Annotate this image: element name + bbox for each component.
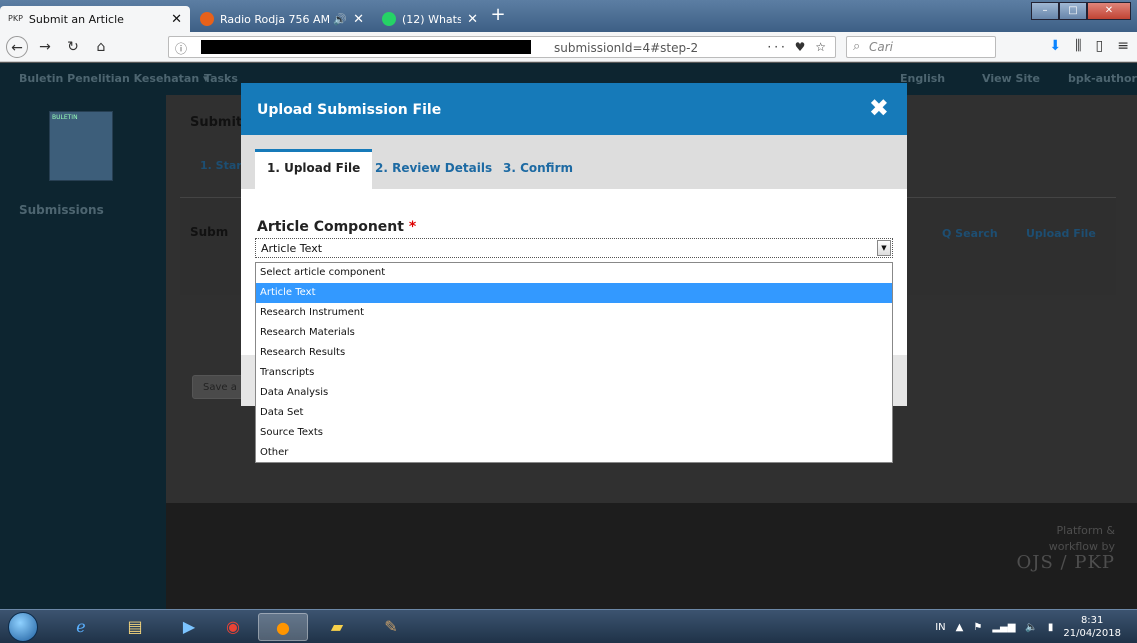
panel-search-link[interactable]: Q Search — [942, 227, 998, 240]
clock-time: 8:31 — [1080, 615, 1104, 626]
clock-date: 21/04/2018 — [1063, 628, 1121, 639]
option-data-analysis[interactable]: Data Analysis — [256, 383, 892, 403]
article-component-select[interactable]: Article Text ▼ — [255, 238, 893, 258]
option-research-materials[interactable]: Research Materials — [256, 323, 892, 343]
user-menu[interactable]: bpk-author — [1068, 72, 1137, 85]
tab-upload-file[interactable]: 1. Upload File — [255, 149, 373, 189]
modal-tabs: 1. Upload File 2. Review Details 3. Conf… — [241, 135, 907, 189]
option-data-set[interactable]: Data Set — [256, 403, 892, 423]
sidebar-item-submissions[interactable]: Submissions — [19, 203, 104, 217]
article-component-label: Article Component * — [257, 219, 417, 235]
tab-whatsapp[interactable]: (12) WhatsApp ✕ — [374, 6, 486, 32]
redacted-url — [201, 40, 531, 54]
chevron-down-icon[interactable]: ▼ — [877, 240, 891, 256]
tab-radio-rodja[interactable]: Radio Rodja 756 AM - Mene 🔊 ✕ — [192, 6, 372, 32]
forward-button[interactable]: → — [34, 36, 56, 58]
option-select-article-component[interactable]: Select article component — [256, 263, 892, 283]
close-window-button[interactable]: ✕ — [1087, 2, 1131, 20]
view-site-link[interactable]: View Site — [982, 72, 1040, 85]
modal-title: Upload Submission File — [257, 102, 442, 118]
tab-review-details[interactable]: 2. Review Details — [363, 149, 504, 189]
footer: Platform & workflow by OJS / PKP — [166, 503, 1137, 609]
modal-header: Upload Submission File ✖ — [241, 83, 907, 135]
radio-favicon-icon — [200, 12, 214, 26]
journal-thumbnail: BULETIN — [49, 111, 113, 181]
windows-taskbar: ℯ ▤ ▶ ◉ ● ▰ ✎ IN ▲ ⚑ ▂▄▆ 🔈 ▮ 8:31 21/04/… — [0, 609, 1137, 643]
info-icon[interactable]: ⓘ — [175, 40, 187, 57]
media-player-icon[interactable]: ▶ — [164, 613, 214, 641]
platform-credit: Platform & workflow by OJS / PKP — [1017, 523, 1115, 572]
step-tab-start[interactable]: 1. Star — [200, 159, 242, 172]
option-article-text[interactable]: Article Text — [256, 283, 892, 303]
ojs-pkp-logo[interactable]: OJS / PKP — [1017, 554, 1115, 572]
tab-label: Radio Rodja 756 AM - Mene — [220, 12, 330, 26]
page-title: Submit — [190, 115, 243, 130]
url-bar[interactable]: ⓘ submissionId=4#step-2 ··· ♥ ☆ — [168, 36, 836, 58]
clock[interactable]: 8:31 21/04/2018 — [1063, 614, 1121, 640]
power-icon[interactable]: ▮ — [1048, 622, 1054, 633]
home-icon[interactable]: ⌂ — [90, 36, 112, 58]
show-hidden-icons[interactable]: ▲ — [956, 622, 964, 633]
browser-tab-strip: PKP Submit an Article ✕ Radio Rodja 756 … — [0, 0, 1137, 32]
browser-navbar: ← → ↻ ⌂ ⓘ submissionId=4#step-2 ··· ♥ ☆ … — [0, 32, 1137, 62]
tab-label: Submit an Article — [28, 12, 124, 26]
toolbar-right: ⬇ ⫼ ▯ ≡ — [1049, 38, 1129, 54]
library-icon[interactable]: ⫼ — [1075, 38, 1081, 54]
tab-close-icon[interactable]: ✕ — [353, 12, 364, 27]
tab-close-icon[interactable]: ✕ — [171, 12, 182, 27]
firefox-icon[interactable]: ● — [258, 613, 308, 641]
journal-switcher[interactable]: Buletin Penelitian Kesehatan ▾ — [19, 72, 209, 85]
tab-submit-article[interactable]: PKP Submit an Article ✕ — [0, 6, 190, 32]
select-value: Article Text — [261, 242, 323, 255]
tray-language[interactable]: IN — [935, 622, 945, 633]
window-controls: – □ ✕ — [1031, 2, 1131, 20]
search-icon: ⌕ — [853, 39, 861, 54]
minimize-button[interactable]: – — [1031, 2, 1059, 20]
pkp-favicon-icon: PKP — [8, 14, 23, 23]
search-input[interactable]: ⌕ Cari — [846, 36, 996, 58]
folder-icon[interactable]: ▰ — [312, 613, 362, 641]
sidebar: BULETIN Submissions — [0, 95, 166, 609]
close-icon[interactable]: ✖ — [869, 95, 889, 121]
ie-icon[interactable]: ℯ — [56, 613, 106, 641]
search-placeholder: Cari — [869, 40, 893, 54]
start-button[interactable] — [8, 612, 38, 642]
file-explorer-icon[interactable]: ▤ — [110, 613, 160, 641]
required-marker: * — [408, 219, 417, 235]
chrome-icon[interactable]: ◉ — [208, 613, 258, 641]
tab-label: (12) WhatsApp — [402, 12, 462, 26]
platform-line1: Platform & — [1056, 524, 1115, 537]
article-component-options: Select article component Article Text Re… — [255, 262, 893, 463]
panel-upload-link[interactable]: Upload File — [1026, 227, 1096, 240]
signal-icon[interactable]: ▂▄▆ — [992, 622, 1015, 633]
tab-close-icon[interactable]: ✕ — [467, 12, 478, 27]
option-other[interactable]: Other — [256, 443, 892, 463]
whatsapp-favicon-icon — [382, 12, 396, 26]
flag-icon[interactable]: ⚑ — [973, 622, 982, 633]
tasks-menu[interactable]: Tasks — [204, 72, 238, 85]
menu-icon[interactable]: ≡ — [1117, 38, 1129, 54]
back-button[interactable]: ← — [6, 35, 28, 58]
system-tray: IN ▲ ⚑ ▂▄▆ 🔈 ▮ 8:31 21/04/2018 — [935, 614, 1121, 640]
speaker-icon[interactable]: 🔊 — [333, 13, 347, 26]
volume-icon[interactable]: 🔈 — [1025, 622, 1037, 633]
sidebar-icon[interactable]: ▯ — [1096, 38, 1104, 54]
option-source-texts[interactable]: Source Texts — [256, 423, 892, 443]
tab-confirm[interactable]: 3. Confirm — [491, 149, 585, 189]
url-text: submissionId=4#step-2 — [554, 41, 699, 55]
paint-icon[interactable]: ✎ — [366, 613, 416, 641]
reload-button[interactable]: ↻ — [62, 36, 84, 58]
page-actions-icon[interactable]: ··· ♥ ☆ — [767, 40, 829, 54]
maximize-button[interactable]: □ — [1059, 2, 1087, 20]
download-icon[interactable]: ⬇ — [1049, 38, 1061, 54]
new-tab-button[interactable]: + — [488, 6, 508, 26]
panel-title: Subm — [190, 225, 229, 239]
option-research-results[interactable]: Research Results — [256, 343, 892, 363]
option-transcripts[interactable]: Transcripts — [256, 363, 892, 383]
option-research-instrument[interactable]: Research Instrument — [256, 303, 892, 323]
